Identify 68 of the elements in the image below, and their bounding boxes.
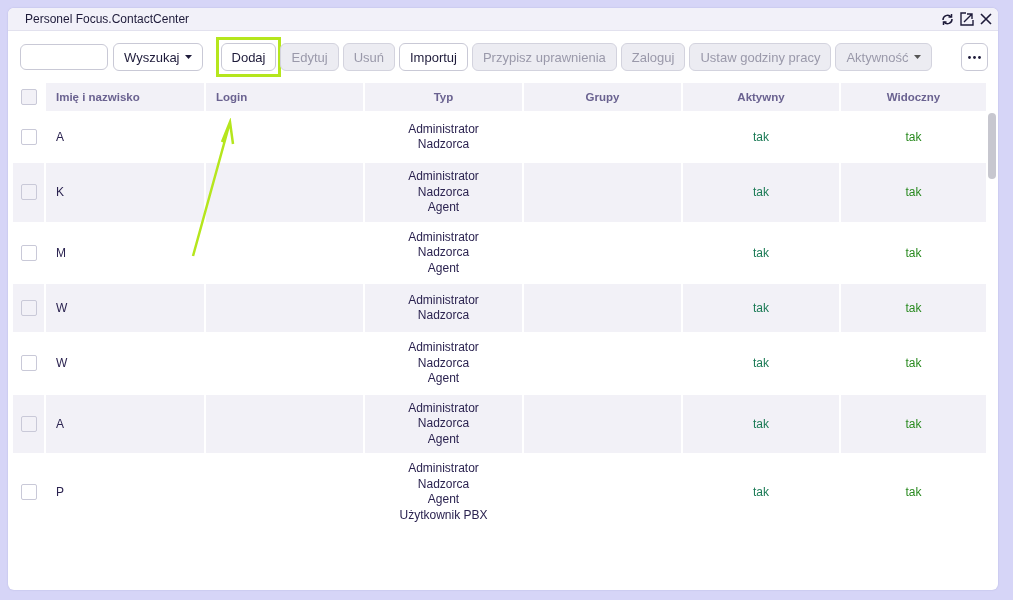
type-label: Administrator <box>408 340 479 356</box>
type-label: Nadzorca <box>417 416 470 432</box>
scrollbar-thumb[interactable] <box>988 113 996 179</box>
window-title: Personel Focus.ContactCenter <box>25 12 191 26</box>
table-cell-text: A <box>55 129 65 146</box>
popout-icon[interactable] <box>960 12 974 26</box>
row-checkbox[interactable] <box>20 484 37 500</box>
table-cell-text: tak <box>752 355 770 373</box>
table-cell: tak <box>683 163 839 222</box>
type-label: Agent <box>427 260 460 276</box>
column-header[interactable]: Widoczny <box>841 83 986 111</box>
table-cell-text: tak <box>752 244 770 262</box>
column-header[interactable]: Aktywny <box>683 83 839 111</box>
type-label: Nadzorca <box>417 308 470 324</box>
search-field[interactable] <box>20 44 108 70</box>
table-cell: tak <box>841 394 986 453</box>
table-cell-text: tak <box>752 129 770 146</box>
table-cell: tak <box>683 284 839 332</box>
close-icon[interactable] <box>980 13 992 25</box>
caret-icon <box>913 55 921 59</box>
ellipsis-icon <box>968 55 981 59</box>
type-label: Administrator <box>408 229 479 245</box>
table-cell-text: M <box>55 244 67 262</box>
dropdown-button[interactable]: Wyszukaj <box>113 43 203 71</box>
table-cell-text: tak <box>904 355 923 373</box>
type-label: Administrator <box>408 461 479 477</box>
select-all-checkbox[interactable] <box>20 89 37 105</box>
table-cell: A <box>46 394 204 453</box>
type-label: Administrator <box>408 400 479 416</box>
toolbar-button[interactable]: Dodaj <box>220 43 277 71</box>
column-header[interactable]: Typ <box>365 83 522 111</box>
table-cell-text: tak <box>904 484 923 501</box>
column-header[interactable]: Login <box>206 83 363 111</box>
type-label: Agent <box>427 431 460 447</box>
table-cell: tak <box>683 394 839 453</box>
row-checkbox[interactable] <box>20 244 37 261</box>
type-label: Nadzorca <box>417 355 470 371</box>
toolbar-button[interactable]: Importuj <box>399 43 468 71</box>
type-label: Nadzorca <box>417 245 470 261</box>
type-label: Agent <box>427 371 460 387</box>
table-cell: tak <box>841 163 986 222</box>
table-cell-text: tak <box>904 129 923 146</box>
more-button[interactable] <box>961 43 988 71</box>
type-label: Agent <box>427 492 460 508</box>
type-label: Administrator <box>408 169 479 185</box>
type-label: Agent <box>427 200 460 216</box>
table-cell: W <box>46 284 204 332</box>
row-checkbox[interactable] <box>20 129 37 145</box>
type-label: Użytkownik PBX <box>399 507 488 523</box>
row-checkbox[interactable] <box>20 300 37 316</box>
column-header[interactable]: Imię i nazwisko <box>46 83 204 111</box>
refresh-icon[interactable] <box>941 12 954 26</box>
table-cell: K <box>46 163 204 222</box>
table-cell: tak <box>841 284 986 332</box>
table-cell-text: W <box>55 355 69 373</box>
table-cell-text: tak <box>752 484 770 501</box>
row-checkbox[interactable] <box>20 355 37 372</box>
type-label: Administrator <box>408 121 479 137</box>
caret-icon <box>184 55 192 59</box>
row-checkbox[interactable] <box>20 415 37 432</box>
row-checkbox[interactable] <box>20 184 37 201</box>
table-cell-text: tak <box>904 244 923 262</box>
type-label: Nadzorca <box>417 184 470 200</box>
type-label: Nadzorca <box>417 476 470 492</box>
column-header[interactable]: Grupy <box>524 83 681 111</box>
type-label: Nadzorca <box>417 137 470 153</box>
table-cell-text: P <box>55 484 65 501</box>
type-label: Administrator <box>408 292 479 308</box>
